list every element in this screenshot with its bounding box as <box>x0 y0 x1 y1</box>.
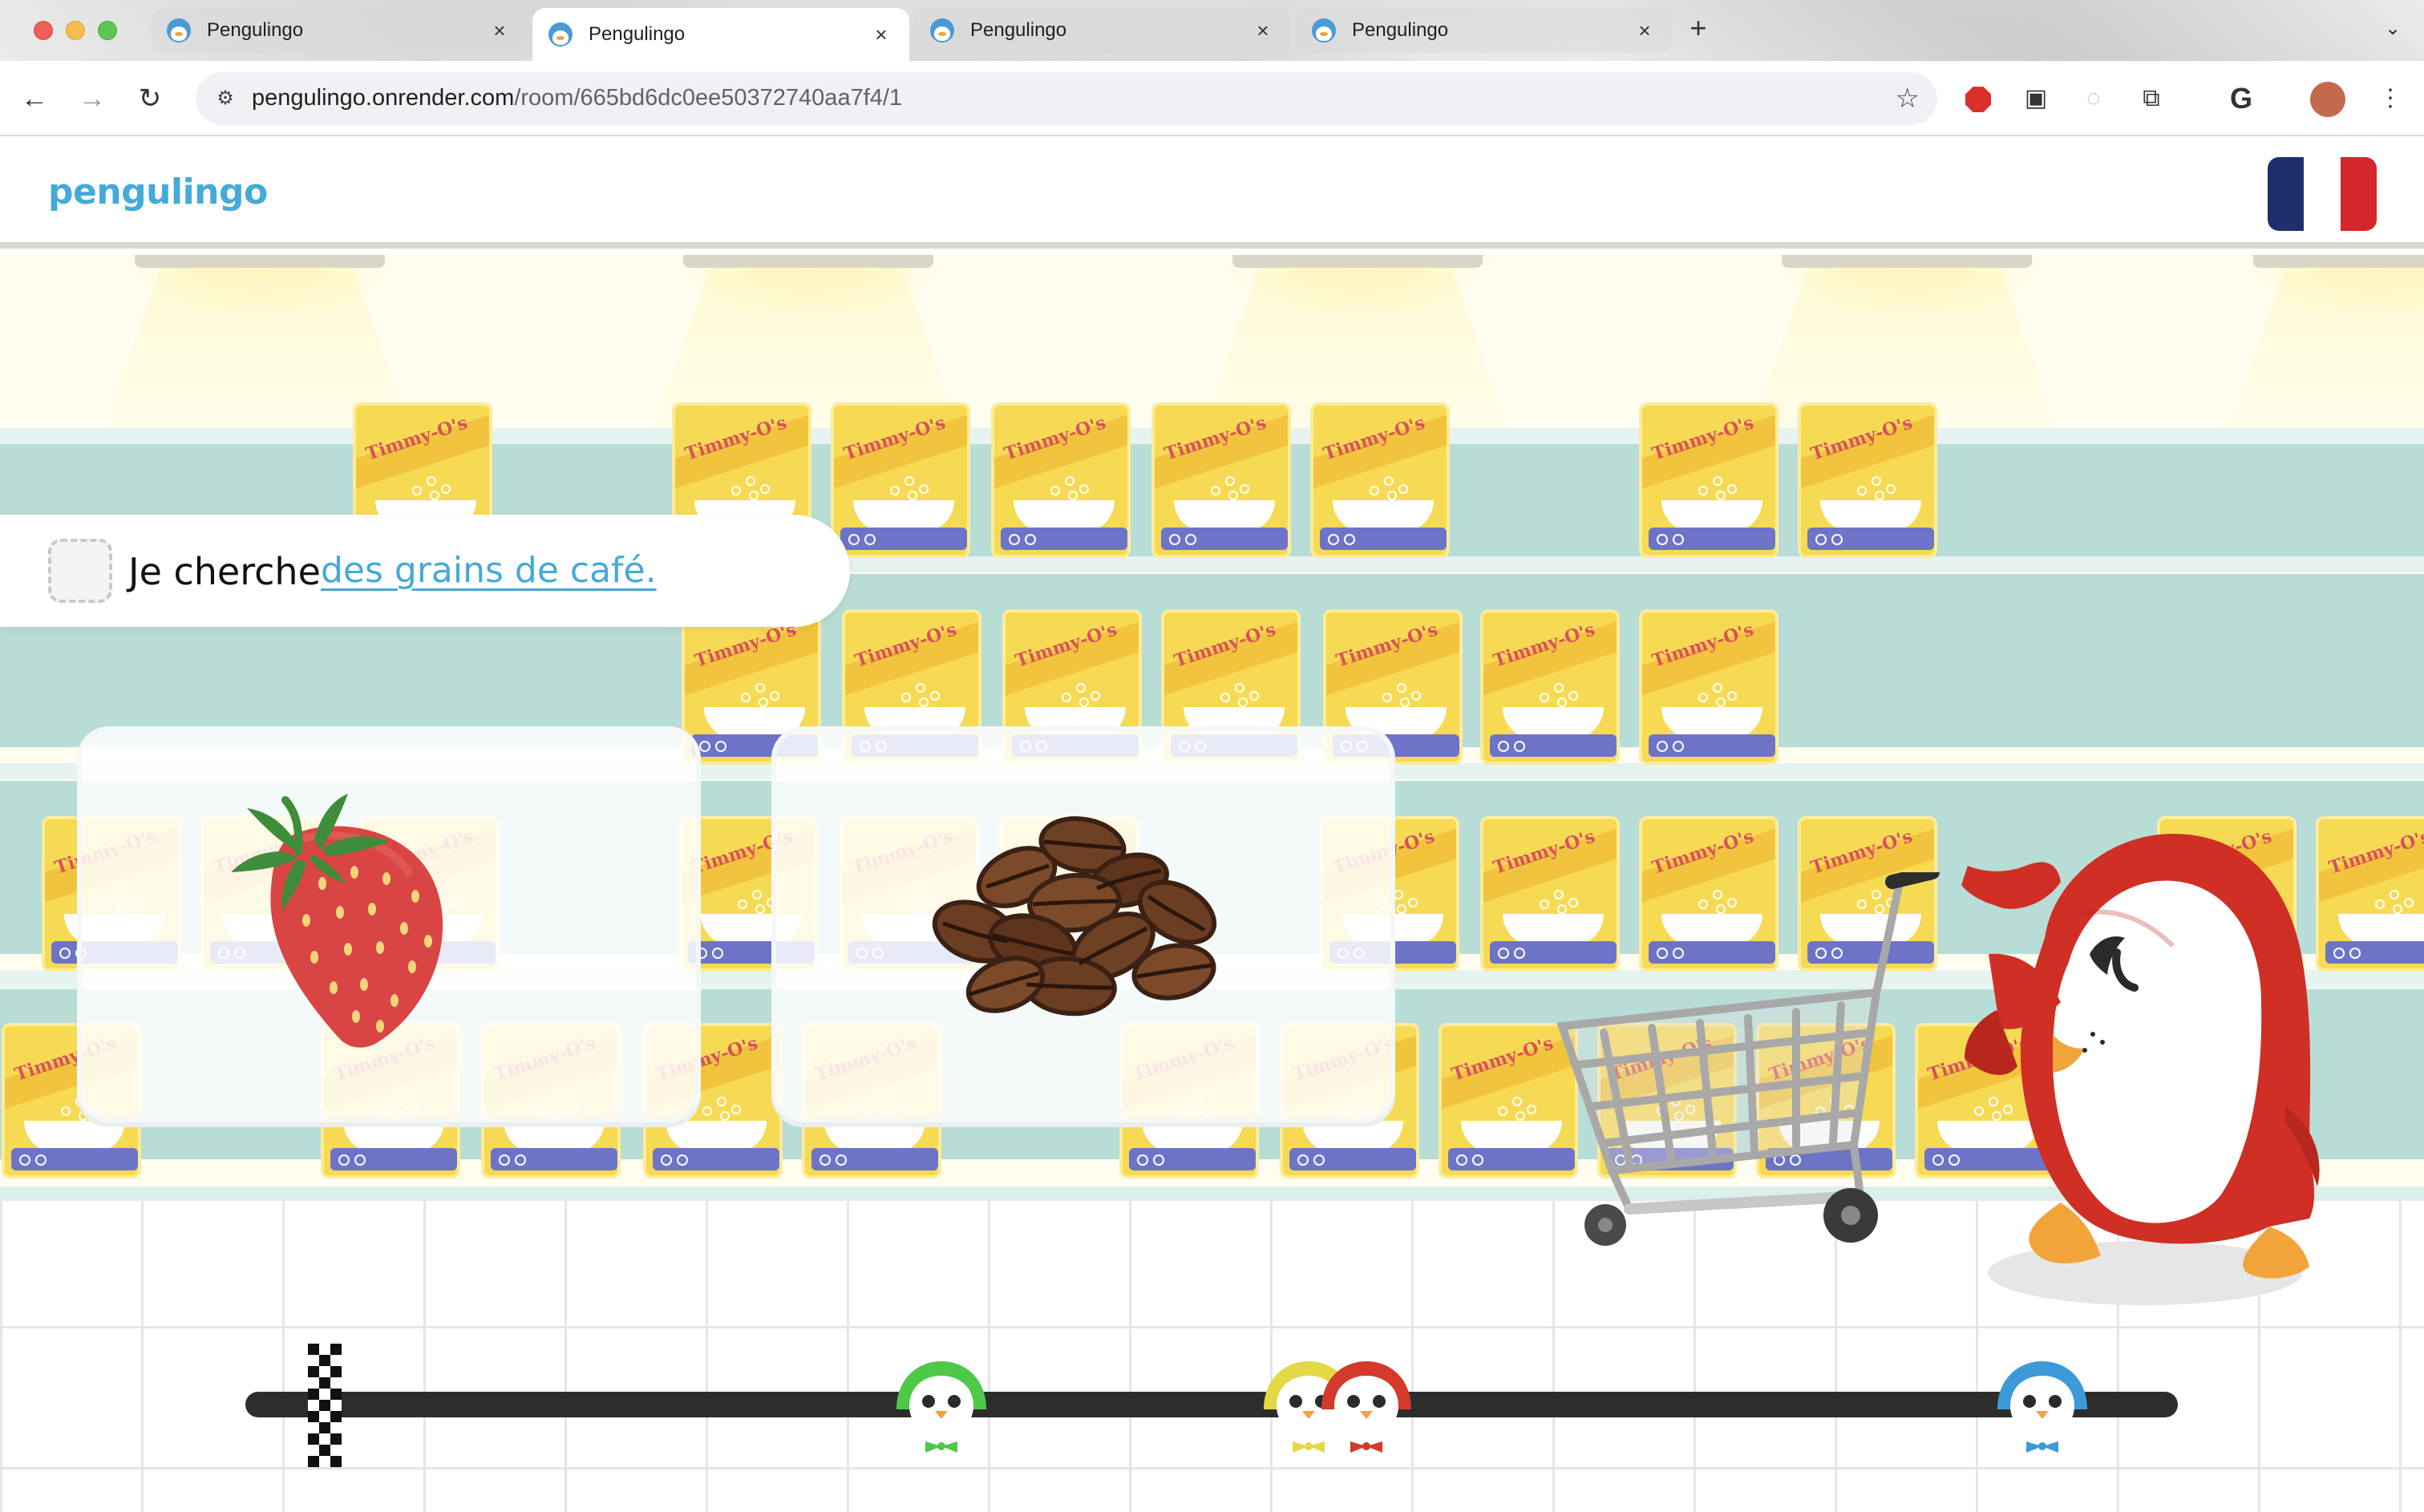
window-zoom-button[interactable] <box>98 21 117 40</box>
tab-search-chevron-icon[interactable]: ⌄ <box>2378 14 2407 43</box>
tab-close-icon[interactable]: × <box>869 22 893 47</box>
url-path: /room/665bd6dc0ee50372740aa7f4/1 <box>514 85 903 111</box>
red-penguin-character <box>1961 834 2320 1305</box>
picture-in-picture-icon[interactable]: ▣ <box>2016 79 2056 119</box>
ceiling-lamp <box>683 255 933 268</box>
answer-card-strawberry[interactable] <box>77 726 701 1122</box>
blue-penguin-racer-icon <box>1997 1361 2088 1453</box>
browser-tab-active[interactable]: Pengulingo × <box>532 8 909 61</box>
cereal-box: Timmy-O's <box>1639 402 1779 558</box>
url-text[interactable]: pengulingo.onrender.com/room/665bd6dc0ee… <box>252 85 902 111</box>
shopping-cart-icon <box>1556 872 1940 1246</box>
ceiling-lamp <box>1782 255 2032 268</box>
prompt-bubble: Je cherche des grains de café. <box>0 515 850 627</box>
url-host: pengulingo.onrender.com <box>252 85 515 111</box>
race-progress-track <box>245 1392 2178 1417</box>
extension-circle-icon[interactable]: ◌ <box>2074 79 2114 119</box>
tab-close-icon[interactable]: × <box>1633 18 1657 43</box>
tab-title: Pengulingo <box>970 19 1067 41</box>
penguin-favicon-icon <box>548 22 573 46</box>
finish-flag-icon <box>308 1344 342 1467</box>
tab-title: Pengulingo <box>589 23 686 45</box>
cereal-box: Timmy-O's <box>1310 402 1450 558</box>
tab-close-icon[interactable]: × <box>1251 18 1275 43</box>
prompt-target-word[interactable]: des grains de café. <box>321 550 657 591</box>
cereal-box: Timmy-O's <box>1151 402 1291 558</box>
strawberry-icon <box>231 794 443 1048</box>
forward-arrow-icon[interactable]: → <box>71 77 114 120</box>
ceiling-lamp <box>1232 255 1483 268</box>
adblock-extension-icon[interactable] <box>1958 79 1998 119</box>
profile-avatar[interactable] <box>2308 79 2348 119</box>
cereal-box: Timmy-O's <box>831 402 970 558</box>
back-arrow-icon[interactable]: ← <box>13 77 56 120</box>
browser-tab-strip: Pengulingo × Pengulingo × Pengulingo × P… <box>0 0 2424 61</box>
tab-title: Pengulingo <box>207 19 304 41</box>
flag-stripe-red <box>2340 157 2377 231</box>
ceiling-lamp <box>2253 255 2424 268</box>
bookmark-star-icon[interactable]: ☆ <box>1896 80 1920 117</box>
ceiling-lamp <box>135 255 385 268</box>
browser-menu-icon[interactable]: ⋮ <box>2370 79 2410 119</box>
cereal-box: Timmy-O's <box>1798 402 1937 558</box>
answer-card-coffee-beans[interactable] <box>771 726 1395 1122</box>
window-minimize-button[interactable] <box>66 21 85 40</box>
app-logo[interactable]: pengulingo <box>48 172 268 212</box>
cereal-box: Timmy-O's <box>1480 609 1620 765</box>
reload-icon[interactable]: ↻ <box>128 77 172 120</box>
google-icon[interactable]: G <box>2221 79 2261 119</box>
app-header: pengulingo <box>0 136 2424 249</box>
browser-tab[interactable]: Pengulingo × <box>151 8 528 53</box>
address-bar[interactable]: ⚙ pengulingo.onrender.com/room/665bd6dc0… <box>196 72 1937 125</box>
site-info-icon[interactable]: ⚙ <box>207 80 244 117</box>
new-tab-button[interactable]: + <box>1681 11 1716 46</box>
green-penguin-racer-icon <box>896 1361 986 1453</box>
window-close-button[interactable] <box>34 21 53 40</box>
cereal-box: Timmy-O's <box>1639 609 1779 765</box>
flag-stripe-white <box>2304 157 2341 231</box>
penguin-favicon-icon <box>1312 18 1336 42</box>
flag-stripe-blue <box>2268 157 2305 231</box>
french-flag-icon[interactable] <box>2268 157 2377 231</box>
tab-close-icon[interactable]: × <box>488 18 512 43</box>
penguin-favicon-icon <box>930 18 954 42</box>
tab-title: Pengulingo <box>1352 19 1449 41</box>
extensions-puzzle-icon[interactable]: ⧉ <box>2131 79 2171 119</box>
browser-tab[interactable]: Pengulingo × <box>1296 8 1673 53</box>
coffee-beans-icon <box>932 816 1217 1017</box>
prompt-lead-text: Je cherche <box>128 550 321 593</box>
red-penguin-racer-icon <box>1321 1361 1411 1453</box>
browser-toolbar: ← → ↻ ⚙ pengulingo.onrender.com/room/665… <box>0 61 2424 136</box>
prompt-checkbox[interactable] <box>48 539 112 603</box>
cereal-box: Timmy-O's <box>991 402 1131 558</box>
penguin-favicon-icon <box>167 18 191 42</box>
browser-tab[interactable]: Pengulingo × <box>914 8 1291 53</box>
